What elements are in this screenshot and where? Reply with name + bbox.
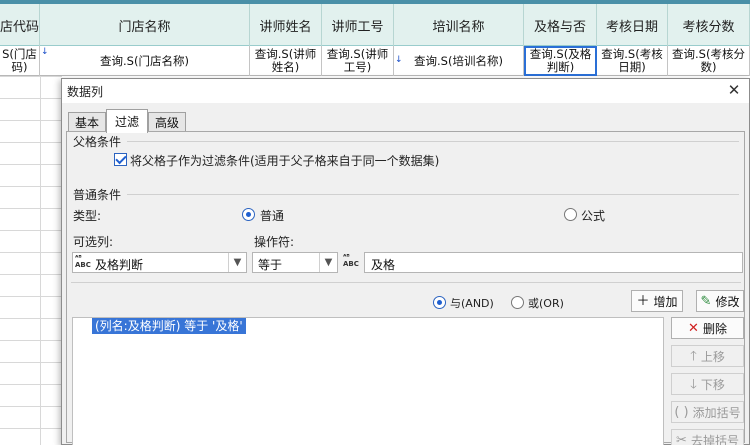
tab-filter[interactable]: 过滤 (106, 109, 148, 133)
parent-filter-label: 将父格子作为过滤条件(适用于父子格来自于同一个数据集) (130, 154, 440, 168)
or-radio[interactable] (511, 296, 524, 309)
cell-trainer-name[interactable]: 查询.S(讲师姓名) (250, 46, 322, 76)
column-select[interactable]: ᴬᴮ ABC 及格判断 ▼ (72, 252, 247, 273)
parent-condition-title: 父格条件 (73, 135, 122, 149)
chevron-down-icon[interactable]: ▼ (228, 253, 246, 272)
abc-value-icon[interactable]: ᴬᴮ ABC (343, 254, 361, 270)
type-label: 类型: (73, 209, 102, 223)
header-trainer-id[interactable]: 讲师工号 (322, 4, 394, 46)
cell-pass-fail-selected[interactable]: 查询.S(及格判断) (524, 46, 597, 76)
modify-condition-button[interactable]: ✎ 修改 (696, 290, 744, 312)
bracket-icon: ( ) (674, 404, 689, 420)
delete-condition-button[interactable]: ✕ 删除 (671, 317, 744, 339)
sheet-grid (0, 76, 62, 445)
delete-icon: ✕ (688, 320, 699, 336)
abc-field-icon: ᴬᴮ ABC (75, 254, 91, 269)
operator-select-value: 等于 (258, 258, 283, 272)
type-normal-radio[interactable] (242, 208, 255, 221)
cell-trainer-id[interactable]: 查询.S(讲师工号) (322, 46, 394, 76)
condition-list-item[interactable]: (列名:及格判断) 等于 '及格' (92, 318, 246, 334)
move-up-button[interactable]: 🡑 上移 (671, 345, 744, 367)
header-pass-fail[interactable]: 及格与否 (524, 4, 597, 46)
column-select-value: 及格判断 (95, 258, 144, 272)
chevron-down-icon[interactable]: ▼ (319, 253, 337, 272)
section-divider (127, 141, 739, 142)
expand-marker-icon: ↓ (41, 47, 49, 57)
arrow-up-icon: 🡑 (690, 348, 697, 364)
parent-filter-checkbox[interactable] (114, 153, 127, 166)
type-formula-radio[interactable] (564, 208, 577, 221)
cell-exam-score[interactable]: 查询.S(考核分数) (668, 46, 750, 76)
sheet-header-row: 店代码 门店名称 讲师姓名 讲师工号 培训名称 及格与否 考核日期 考核分数 (0, 4, 750, 46)
data-column-dialog: 数据列 ✕ 基本 过滤 高级 父格条件 将父格子作为过滤条件(适用于父子格来自于… (61, 78, 750, 445)
remove-bracket-button[interactable]: ✂ 去掉括号 (671, 429, 744, 445)
cell-exam-date[interactable]: 查询.S(考核日期) (597, 46, 668, 76)
cell-store-name[interactable]: 查询.S(门店名称) (40, 46, 250, 76)
header-exam-date[interactable]: 考核日期 (597, 4, 668, 46)
header-store-name[interactable]: 门店名称 (40, 4, 250, 46)
add-condition-button[interactable]: ＋ 增加 (631, 290, 683, 312)
normal-condition-title: 普通条件 (73, 188, 122, 202)
section-divider (71, 282, 741, 283)
header-training-name[interactable]: 培训名称 (394, 4, 524, 46)
type-formula-label: 公式 (581, 209, 606, 223)
and-radio[interactable] (433, 296, 446, 309)
condition-list[interactable]: (列名:及格判断) 等于 '及格' (72, 317, 664, 445)
close-icon[interactable]: ✕ (725, 81, 743, 99)
section-divider (127, 194, 739, 195)
header-trainer-name[interactable]: 讲师姓名 (250, 4, 322, 46)
header-exam-score[interactable]: 考核分数 (668, 4, 750, 46)
dialog-titlebar[interactable]: 数据列 ✕ (62, 79, 749, 103)
tab-advanced[interactable]: 高级 (148, 112, 186, 132)
operator-select[interactable]: 等于 ▼ (252, 252, 338, 273)
move-down-button[interactable]: 🡓 下移 (671, 373, 744, 395)
dialog-title: 数据列 (67, 85, 104, 99)
and-label: 与(AND) (450, 297, 494, 310)
arrow-down-icon: 🡓 (690, 376, 697, 392)
header-store-code[interactable]: 店代码 (0, 4, 40, 46)
remove-bracket-icon: ✂ (676, 432, 687, 445)
operator-label: 操作符: (254, 235, 295, 249)
type-normal-label: 普通 (260, 209, 285, 223)
add-bracket-button[interactable]: ( ) 添加括号 (671, 401, 744, 423)
sheet-grid-line (40, 76, 41, 445)
column-label: 可选列: (73, 235, 114, 249)
sheet-data-row: S(门店码) 查询.S(门店名称) 查询.S(讲师姓名) 查询.S(讲师工号) … (0, 46, 750, 76)
edit-icon: ✎ (700, 293, 712, 309)
tab-basic[interactable]: 基本 (68, 112, 106, 132)
cell-training-name[interactable]: 查询.S(培训名称) (394, 46, 524, 76)
or-label: 或(OR) (528, 297, 564, 310)
value-input[interactable]: 及格 (364, 252, 743, 273)
expand-marker-icon: ↓ (395, 55, 403, 65)
cell-store-code[interactable]: S(门店码) (0, 46, 40, 76)
plus-icon: ＋ (636, 293, 650, 309)
